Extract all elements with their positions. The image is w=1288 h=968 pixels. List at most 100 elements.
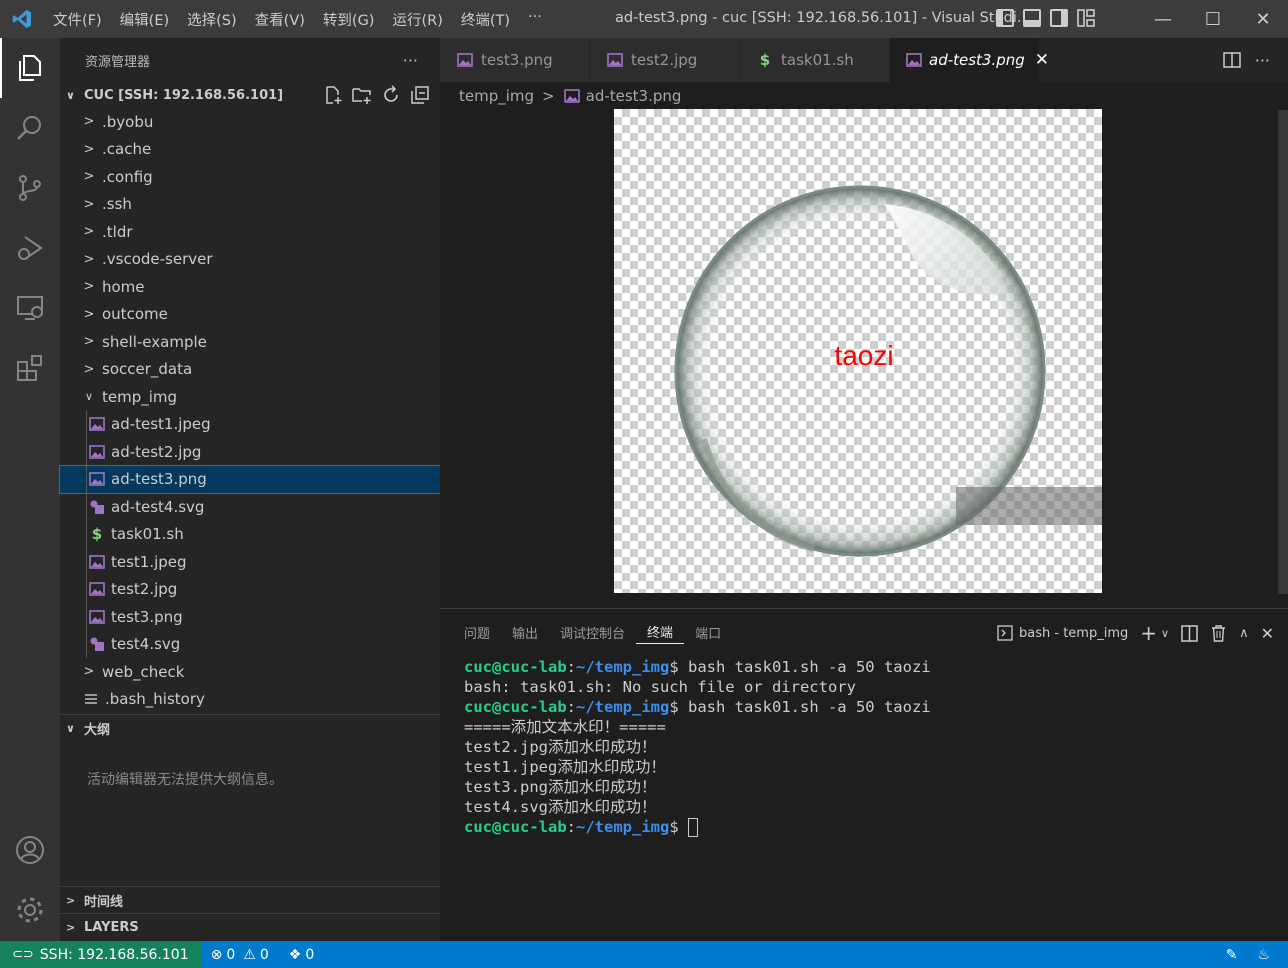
terminal-line: test2.jpg添加水印成功！: [464, 738, 657, 756]
panel-actions: bash - temp_img + ∨ ∧ ✕: [997, 621, 1274, 645]
workspace-root-header[interactable]: ∨ CUC [SSH: 192.168.56.101]: [60, 82, 440, 108]
tree-folder[interactable]: > home: [60, 273, 440, 301]
extensions-icon[interactable]: [0, 338, 60, 398]
tree-folder[interactable]: > soccer_data: [60, 356, 440, 384]
maximize-panel-chevron-up-icon[interactable]: ∧: [1239, 626, 1249, 641]
prompt-path: ~/temp_img: [576, 818, 670, 836]
panel-tab[interactable]: 调试控制台: [549, 620, 636, 644]
tree-file[interactable]: test1.jpeg: [60, 548, 440, 576]
kill-terminal-trash-icon[interactable]: [1210, 624, 1227, 642]
notifications-bell-icon[interactable]: ♨: [1257, 947, 1270, 963]
editor-tab[interactable]: test2.jpg: [590, 38, 740, 82]
feedback-icon[interactable]: ✎: [1226, 947, 1238, 963]
error-icon: ⊗: [210, 946, 223, 963]
ports-indicator[interactable]: ❖ 0: [279, 947, 324, 963]
tree-item-label: web_check: [102, 662, 185, 681]
terminal-line: cuc@cuc-lab:~/temp_img$ bash task01.sh -…: [464, 697, 1288, 717]
tree-file[interactable]: ad-test4.svg: [60, 493, 440, 521]
tree-folder[interactable]: > .config: [60, 163, 440, 191]
tree-folder[interactable]: > .vscode-server: [60, 246, 440, 274]
indent-guide: [86, 548, 87, 576]
tree-folder[interactable]: > shell-example: [60, 328, 440, 356]
panel-tab[interactable]: 端口: [684, 620, 732, 644]
split-terminal-icon[interactable]: [1181, 624, 1198, 642]
tree-folder[interactable]: > .ssh: [60, 191, 440, 219]
remote-explorer-icon[interactable]: [0, 278, 60, 338]
tree-file[interactable]: ad-test2.jpg: [60, 438, 440, 466]
customize-layout-icon[interactable]: [1077, 9, 1095, 27]
svg-file-icon: [88, 636, 106, 652]
run-debug-icon[interactable]: [0, 218, 60, 278]
maximize-button[interactable]: ☐: [1188, 0, 1238, 38]
tree-folder[interactable]: > .tldr: [60, 218, 440, 246]
broadcast-icon: ❖: [288, 946, 302, 963]
more-actions-button[interactable]: ···: [1255, 51, 1270, 70]
image-file-icon: [88, 609, 106, 625]
refresh-icon[interactable]: [381, 85, 401, 105]
explorer-more-button[interactable]: ···: [403, 51, 418, 70]
problems-indicator[interactable]: ⊗ 0 ⚠ 0: [201, 947, 279, 963]
tree-file[interactable]: ad-test3.png: [59, 464, 441, 494]
remote-indicator[interactable]: ⊂⊃ SSH: 192.168.56.101: [0, 941, 201, 968]
tree-file[interactable]: $ task01.sh: [60, 520, 440, 548]
close-window-button[interactable]: ✕: [1238, 0, 1288, 38]
search-icon[interactable]: [0, 98, 60, 158]
panel-tab[interactable]: 终端: [636, 620, 685, 644]
breadcrumb-folder[interactable]: temp_img: [459, 87, 534, 105]
menu-item[interactable]: 查看(V): [246, 9, 314, 30]
tree-item-label: test2.jpg: [111, 580, 178, 599]
tree-folder[interactable]: > .cache: [60, 136, 440, 164]
editor-scrollbar[interactable]: [1278, 110, 1288, 594]
split-editor-icon[interactable]: [1222, 51, 1241, 69]
editor-tab[interactable]: $ task01.sh: [740, 38, 890, 82]
close-panel-icon[interactable]: ✕: [1261, 624, 1274, 643]
terminal-output[interactable]: cuc@cuc-lab:~/temp_img$ bash task01.sh -…: [440, 655, 1288, 837]
menu-item[interactable]: ···: [519, 9, 551, 30]
menu-item[interactable]: 终端(T): [452, 9, 519, 30]
panel-tab[interactable]: 问题: [453, 620, 501, 644]
window-title: ad-test3.png - cuc [SSH: 192.168.56.101]…: [615, 10, 1031, 26]
prompt-path: ~/temp_img: [576, 658, 670, 676]
tree-folder[interactable]: > web_check: [60, 658, 440, 686]
new-terminal-icon[interactable]: +: [1140, 621, 1157, 645]
terminal-selector[interactable]: bash - temp_img: [997, 625, 1128, 641]
tree-file[interactable]: ad-test1.jpeg: [60, 410, 440, 438]
source-control-icon[interactable]: [0, 158, 60, 218]
explorer-icon[interactable]: [0, 38, 60, 98]
accounts-icon[interactable]: [0, 820, 60, 880]
tree-folder[interactable]: ∨ temp_img: [60, 383, 440, 411]
menu-item[interactable]: 转到(G): [314, 9, 384, 30]
tree-folder[interactable]: > .byobu: [60, 108, 440, 136]
layers-header[interactable]: > LAYERS: [60, 914, 440, 940]
menu-item[interactable]: 文件(F): [44, 9, 111, 30]
new-file-icon[interactable]: [323, 85, 343, 105]
panel-tab[interactable]: 输出: [501, 620, 549, 644]
editor-tab[interactable]: ad-test3.png ✕: [890, 38, 1049, 82]
editor-tab[interactable]: test3.png: [440, 38, 590, 82]
editor-actions: ···: [1222, 38, 1288, 82]
explorer-sidebar: 资源管理器 ··· ∨ CUC [SSH: 192.168.56.101] >.…: [59, 38, 441, 941]
new-folder-icon[interactable]: [352, 85, 372, 105]
menu-item[interactable]: 运行(R): [383, 9, 451, 30]
image-file-icon: [456, 52, 474, 68]
settings-gear-icon[interactable]: [0, 880, 60, 940]
collapse-all-icon[interactable]: [410, 85, 430, 105]
prompt-dollar: $: [669, 658, 679, 676]
tree-file[interactable]: test2.jpg: [60, 575, 440, 603]
toggle-panel-icon[interactable]: [1023, 9, 1041, 27]
toggle-secondary-sidebar-icon[interactable]: [1050, 9, 1068, 27]
tree-file[interactable]: test4.svg: [60, 630, 440, 658]
timeline-header[interactable]: > 时间线: [60, 887, 440, 913]
menu-item[interactable]: 编辑(E): [111, 9, 178, 30]
menu-item[interactable]: 选择(S): [178, 9, 246, 30]
tree-file[interactable]: .bash_history: [60, 686, 440, 714]
outline-header[interactable]: ∨ 大纲: [60, 715, 440, 741]
chevron-down-icon[interactable]: ∨: [1161, 627, 1169, 640]
close-tab-icon[interactable]: ✕: [1035, 50, 1049, 70]
toggle-primary-sidebar-icon[interactable]: [996, 9, 1014, 27]
tree-file[interactable]: test3.png: [60, 603, 440, 631]
title-bar: 文件(F) 编辑(E) 选择(S) 查看(V) 转到(G) 运行(R) 终端(T) ··· a…: [0, 0, 1288, 38]
tree-folder[interactable]: > outcome: [60, 301, 440, 329]
breadcrumb-file[interactable]: ad-test3.png: [586, 87, 682, 105]
minimize-button[interactable]: —: [1138, 0, 1188, 38]
